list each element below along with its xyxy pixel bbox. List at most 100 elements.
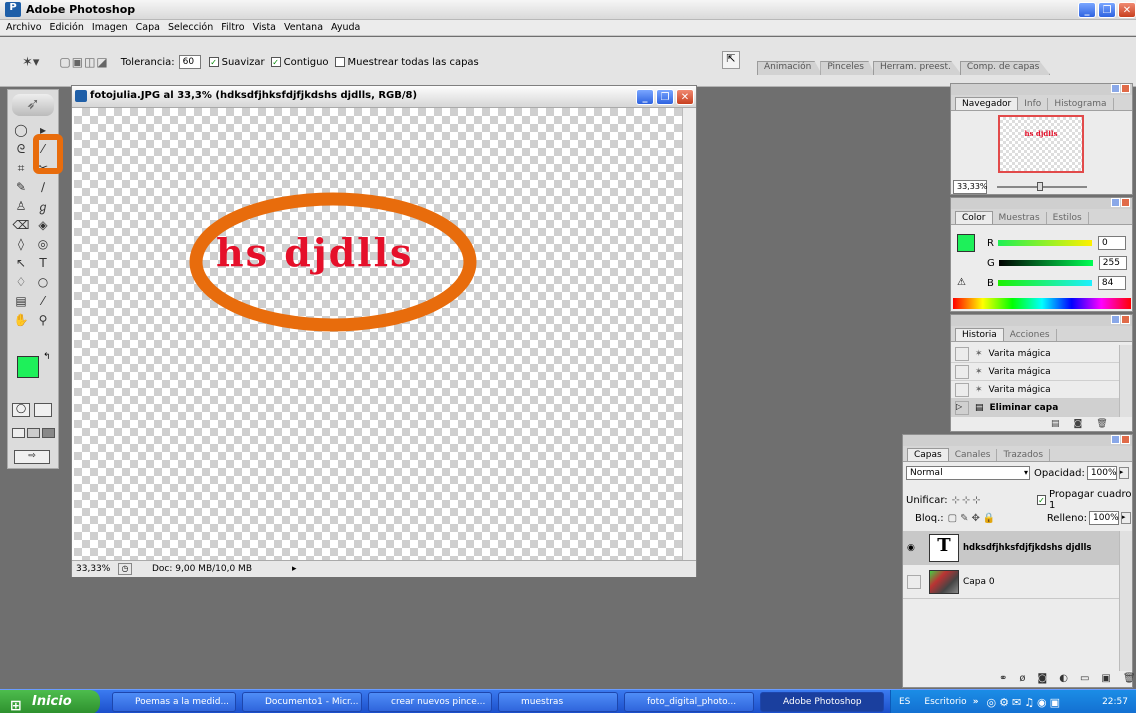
crop-tool-icon[interactable]: ⌗ bbox=[12, 160, 30, 176]
doc-minimize-button[interactable]: _ bbox=[636, 89, 654, 105]
g-input[interactable]: 255 bbox=[1098, 256, 1127, 270]
quickmask-mode-icon[interactable] bbox=[34, 403, 52, 417]
new-group-icon[interactable]: ▭ bbox=[1080, 673, 1089, 684]
screen-mode-full-icon[interactable] bbox=[42, 428, 55, 438]
eye-icon[interactable]: ◉ bbox=[907, 543, 921, 553]
panel-close-icon[interactable] bbox=[1121, 198, 1130, 207]
lasso-tool-icon[interactable]: ᘓ bbox=[12, 141, 30, 157]
well-tab-pinceles[interactable]: Pinceles bbox=[820, 61, 875, 75]
swap-colors-icon[interactable]: ↰ bbox=[43, 352, 51, 362]
close-button[interactable]: ✕ bbox=[1118, 2, 1136, 18]
tab-navegador[interactable]: Navegador bbox=[955, 97, 1019, 110]
panel-minimize-icon[interactable] bbox=[1111, 198, 1120, 207]
go-to-bridge-icon[interactable]: ⇱ bbox=[722, 51, 740, 69]
panel-close-icon[interactable] bbox=[1121, 315, 1130, 324]
adjustment-layer-icon[interactable]: ◐ bbox=[1059, 673, 1068, 684]
zoom-slider[interactable] bbox=[997, 182, 1087, 191]
b-slider[interactable] bbox=[997, 280, 1092, 286]
tray-icons[interactable]: ◎⚙✉♫◉▣ bbox=[987, 696, 1064, 709]
start-button[interactable]: ⊞ Inicio bbox=[0, 690, 100, 713]
sample-all-checkbox[interactable] bbox=[334, 57, 345, 67]
link-layers-icon[interactable]: ⚭ bbox=[999, 673, 1007, 684]
history-scrollbar[interactable] bbox=[1119, 345, 1132, 417]
screen-mode-std-icon[interactable] bbox=[12, 428, 25, 438]
marquee-tool-icon[interactable]: ◯ bbox=[12, 122, 30, 138]
propagate-checkbox[interactable]: ✓ bbox=[1036, 495, 1047, 505]
task-photoshop[interactable]: Adobe Photoshop bbox=[760, 692, 884, 712]
layer-style-icon[interactable]: ø bbox=[1019, 673, 1025, 684]
snapshot-icon[interactable]: ◙ bbox=[1074, 419, 1083, 429]
screen-mode-menu-icon[interactable] bbox=[27, 428, 40, 438]
menu-imagen[interactable]: Imagen bbox=[92, 22, 128, 33]
r-slider[interactable] bbox=[997, 240, 1092, 246]
bucket-tool-icon[interactable]: ◈ bbox=[34, 217, 52, 233]
menu-ventana[interactable]: Ventana bbox=[284, 22, 323, 33]
blend-mode-select[interactable]: Normal ▾ bbox=[906, 466, 1030, 480]
color-spectrum-bar[interactable] bbox=[953, 298, 1131, 309]
tab-info[interactable]: Info bbox=[1018, 98, 1049, 110]
tolerance-input[interactable]: 60 bbox=[178, 55, 201, 69]
status-arrow-icon[interactable]: ▸ bbox=[292, 564, 297, 574]
language-indicator[interactable]: ES bbox=[899, 697, 910, 707]
foreground-color-swatch[interactable] bbox=[17, 356, 39, 378]
color-fg-swatch[interactable] bbox=[957, 234, 975, 252]
type-tool-icon[interactable]: T bbox=[34, 255, 52, 271]
selection-mode-icons[interactable]: ▢▣◫◪ bbox=[59, 55, 108, 69]
well-tab-comp-capas[interactable]: Comp. de capas bbox=[959, 61, 1051, 75]
feather-logo-icon[interactable]: ➶ bbox=[12, 94, 54, 116]
fill-arrow-icon[interactable]: ▸ bbox=[1121, 512, 1131, 524]
status-menu-icon[interactable]: ◷ bbox=[118, 563, 132, 575]
eraser-tool-icon[interactable]: ⌫ bbox=[12, 217, 30, 233]
doc-close-button[interactable]: ✕ bbox=[676, 89, 694, 105]
new-document-icon[interactable]: ▤ bbox=[1051, 419, 1060, 429]
vertical-scrollbar[interactable] bbox=[682, 108, 696, 560]
delete-layer-icon[interactable]: 🗑 bbox=[1123, 673, 1136, 684]
layers-scrollbar[interactable] bbox=[1119, 531, 1132, 671]
layer-row-text[interactable]: ◉ T hdksdfjhksfdjfjkdshs djdlls bbox=[903, 531, 1119, 565]
tab-canales[interactable]: Canales bbox=[949, 449, 998, 461]
zoom-tool-icon[interactable]: ⚲ bbox=[34, 312, 52, 328]
history-item[interactable]: ✶ Varita mágica bbox=[951, 345, 1119, 363]
doc-restore-button[interactable]: ❐ bbox=[656, 89, 674, 105]
restore-button[interactable]: ❐ bbox=[1098, 2, 1116, 18]
lock-icons[interactable]: ▢✎✥🔒 bbox=[948, 513, 999, 524]
task-foto-digital[interactable]: foto_digital_photo... bbox=[624, 692, 754, 712]
tab-capas[interactable]: Capas bbox=[907, 448, 949, 461]
stamp-tool-icon[interactable]: ♙ bbox=[12, 198, 30, 214]
shape-tool-icon[interactable]: ○ bbox=[34, 274, 52, 290]
tab-estilos[interactable]: Estilos bbox=[1047, 212, 1089, 224]
panel-minimize-icon[interactable] bbox=[1111, 84, 1120, 93]
image-canvas[interactable]: hs djdlls bbox=[74, 108, 682, 560]
r-input[interactable]: 0 bbox=[1097, 236, 1126, 250]
standard-mode-icon[interactable]: ◯ bbox=[12, 403, 30, 417]
path-select-icon[interactable]: ↖ bbox=[12, 255, 30, 271]
menu-edicion[interactable]: Edición bbox=[50, 22, 84, 33]
brush-tool-icon[interactable]: ∕ bbox=[34, 179, 52, 195]
layer-mask-icon[interactable]: ◙ bbox=[1038, 673, 1048, 684]
task-documento1[interactable]: Documento1 - Micr... bbox=[242, 692, 362, 712]
trash-icon[interactable]: 🗑 bbox=[1096, 419, 1107, 429]
navigator-zoom-input[interactable]: 33,33% bbox=[953, 180, 988, 194]
well-tab-animacion[interactable]: Animación bbox=[757, 61, 823, 75]
fill-input[interactable]: 100% bbox=[1089, 511, 1119, 525]
well-tab-herram[interactable]: Herram. preest. bbox=[872, 61, 962, 75]
smooth-checkbox[interactable]: ✓ bbox=[208, 57, 219, 67]
menu-filtro[interactable]: Filtro bbox=[221, 22, 244, 33]
warning-icon[interactable]: ⚠ bbox=[957, 277, 966, 288]
contiguous-checkbox[interactable]: ✓ bbox=[270, 57, 281, 67]
history-item-active[interactable]: ▷ ▤ Eliminar capa bbox=[951, 399, 1119, 417]
zoom-readout[interactable]: 33,33% bbox=[76, 564, 112, 574]
tab-trazados[interactable]: Trazados bbox=[997, 449, 1051, 461]
minimize-button[interactable]: _ bbox=[1078, 2, 1096, 18]
tab-color[interactable]: Color bbox=[955, 211, 993, 224]
g-slider[interactable] bbox=[998, 260, 1093, 266]
history-brush-icon[interactable]: ℊ bbox=[34, 198, 52, 214]
panel-close-icon[interactable] bbox=[1121, 435, 1130, 444]
task-poemas[interactable]: Poemas a la medid... bbox=[112, 692, 236, 712]
tab-historia[interactable]: Historia bbox=[955, 328, 1004, 341]
unify-icons[interactable]: ⊹⊹⊹ bbox=[952, 495, 983, 506]
dodge-tool-icon[interactable]: ◎ bbox=[34, 236, 52, 252]
tab-histograma[interactable]: Histograma bbox=[1048, 98, 1114, 110]
blur-tool-icon[interactable]: ◊ bbox=[12, 236, 30, 252]
tab-muestras[interactable]: Muestras bbox=[993, 212, 1047, 224]
